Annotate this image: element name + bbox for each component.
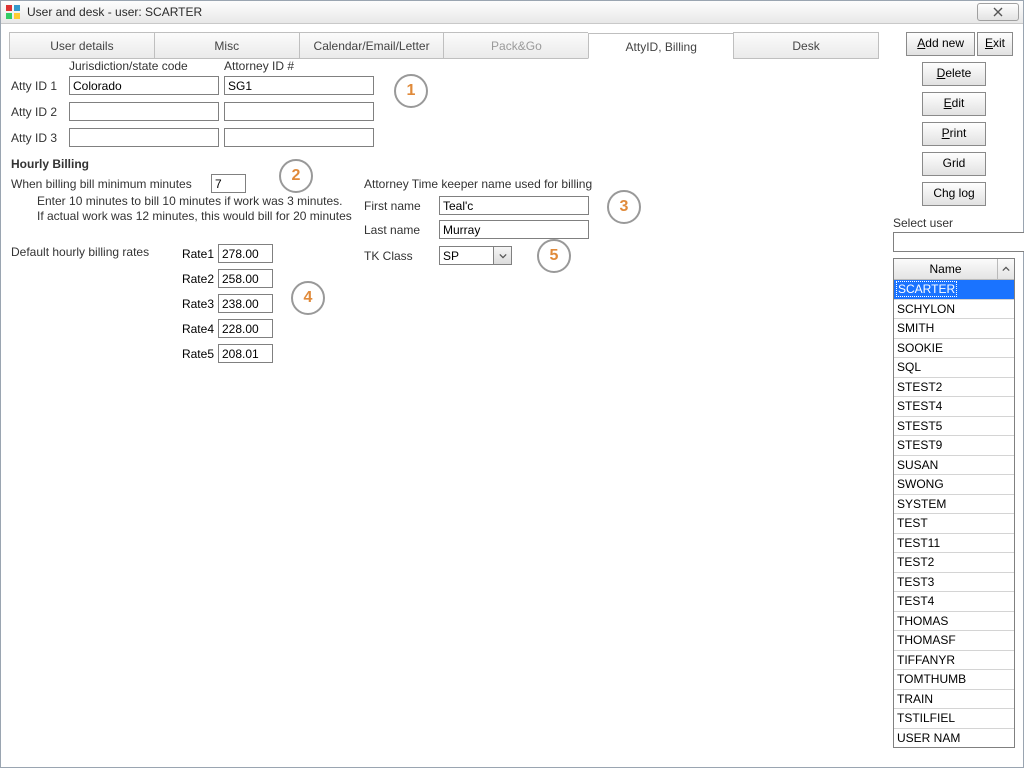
exit-button[interactable]: Exit (977, 32, 1013, 56)
hourly-billing-title: Hourly Billing (11, 157, 89, 171)
user-list-body[interactable]: SCARTERSCHYLONSMITHSOOKIESQLSTEST2STEST4… (894, 280, 1014, 747)
atty-id-1-number[interactable] (224, 76, 374, 95)
tk-first-name-input[interactable] (439, 196, 589, 215)
user-list-row[interactable]: TEST (894, 514, 1014, 534)
user-list-row[interactable]: TEST11 (894, 534, 1014, 554)
callout-badge-4: 4 (291, 281, 325, 315)
atty-id-2-number[interactable] (224, 102, 374, 121)
attorney-id-header: Attorney ID # (224, 59, 294, 73)
tabstrip: User details Misc Calendar/Email/Letter … (9, 32, 879, 59)
rate4-label: Rate4 (172, 322, 214, 336)
user-list-row[interactable]: TEST2 (894, 553, 1014, 573)
chg-log-button[interactable]: Chg log (922, 182, 986, 206)
window-frame: User and desk - user: SCARTER User detai… (0, 0, 1024, 768)
tab-user-details[interactable]: User details (9, 32, 154, 58)
close-icon[interactable] (977, 3, 1019, 21)
titlebar: User and desk - user: SCARTER (1, 1, 1023, 24)
user-list-row[interactable]: TIFFANYR (894, 651, 1014, 671)
right-sidebar: Delete Edit Print Grid Chg log Select us… (893, 32, 1015, 759)
chevron-down-icon[interactable] (494, 246, 512, 265)
tk-last-name-input[interactable] (439, 220, 589, 239)
print-button[interactable]: Print (922, 122, 986, 146)
rates-label: Default hourly billing rates (11, 245, 149, 259)
user-list-row[interactable]: SCARTER (894, 280, 1014, 300)
delete-button[interactable]: Delete (922, 62, 986, 86)
rates-grid: Rate1 Rate2 Rate3 Rate4 Rate5 (172, 241, 273, 366)
min-minutes-label: When billing bill minimum minutes (11, 177, 192, 191)
tk-last-name-label: Last name (364, 223, 420, 237)
min-minutes-input[interactable] (211, 174, 246, 193)
user-list-row[interactable]: SWONG (894, 475, 1014, 495)
rate1-input[interactable] (218, 244, 273, 263)
rate4-input[interactable] (218, 319, 273, 338)
tab-attyid-billing[interactable]: AttyID, Billing (588, 33, 733, 59)
user-list-row[interactable]: SUSAN (894, 456, 1014, 476)
tk-first-name-label: First name (364, 199, 421, 213)
user-list-row[interactable]: TSTILFIEL (894, 709, 1014, 729)
edit-button[interactable]: Edit (922, 92, 986, 116)
tab-pack-and-go[interactable]: Pack&Go (443, 32, 588, 58)
atty-id-3-label: Atty ID 3 (11, 131, 57, 145)
user-list-row[interactable]: USER NAM (894, 729, 1014, 748)
tab-panel-attyid-billing: Jurisdiction/state code Attorney ID # At… (9, 59, 891, 751)
user-list-row[interactable]: STEST5 (894, 417, 1014, 437)
select-user-label: Select user (893, 216, 1015, 230)
rate1-label: Rate1 (172, 247, 214, 261)
atty-id-1-jurisdiction[interactable] (69, 76, 219, 95)
user-list-row[interactable]: SMITH (894, 319, 1014, 339)
select-user-search[interactable] (893, 232, 1024, 252)
user-list: Name SCARTERSCHYLONSMITHSOOKIESQLSTEST2S… (893, 258, 1015, 748)
user-list-row[interactable]: STEST4 (894, 397, 1014, 417)
rate2-input[interactable] (218, 269, 273, 288)
rate5-input[interactable] (218, 344, 273, 363)
window-title: User and desk - user: SCARTER (27, 5, 977, 19)
tab-desk[interactable]: Desk (733, 32, 879, 58)
callout-badge-2: 2 (279, 159, 313, 193)
callout-badge-5: 5 (537, 239, 571, 273)
tk-class-dropdown[interactable] (439, 246, 512, 265)
atty-id-1-label: Atty ID 1 (11, 79, 57, 93)
user-list-row[interactable]: THOMAS (894, 612, 1014, 632)
user-list-row[interactable]: SOOKIE (894, 339, 1014, 359)
rate3-input[interactable] (218, 294, 273, 313)
atty-id-2-jurisdiction[interactable] (69, 102, 219, 121)
user-list-row[interactable]: TEST4 (894, 592, 1014, 612)
tk-class-label: TK Class (364, 249, 413, 263)
min-minutes-hint-2: If actual work was 12 minutes, this woul… (37, 209, 352, 223)
user-list-row[interactable]: SCHYLON (894, 300, 1014, 320)
user-list-row[interactable]: TEST3 (894, 573, 1014, 593)
tab-misc[interactable]: Misc (154, 32, 299, 58)
scroll-up-icon[interactable] (998, 259, 1014, 279)
user-list-header-name[interactable]: Name (894, 259, 998, 279)
rate3-label: Rate3 (172, 297, 214, 311)
jurisdiction-header: Jurisdiction/state code (69, 59, 188, 73)
user-list-row[interactable]: THOMASF (894, 631, 1014, 651)
app-icon (5, 4, 21, 20)
user-list-row[interactable]: STEST9 (894, 436, 1014, 456)
user-list-row[interactable]: TOMTHUMB (894, 670, 1014, 690)
tk-class-value[interactable] (439, 246, 494, 265)
min-minutes-hint-1: Enter 10 minutes to bill 10 minutes if w… (37, 194, 342, 208)
atty-id-3-number[interactable] (224, 128, 374, 147)
tab-calendar-email-letter[interactable]: Calendar/Email/Letter (299, 32, 444, 58)
timekeeper-header: Attorney Time keeper name used for billi… (364, 177, 592, 191)
rate5-label: Rate5 (172, 347, 214, 361)
atty-id-3-jurisdiction[interactable] (69, 128, 219, 147)
rate2-label: Rate2 (172, 272, 214, 286)
user-list-row[interactable]: SQL (894, 358, 1014, 378)
grid-button[interactable]: Grid (922, 152, 986, 176)
add-new-button[interactable]: Add new (906, 32, 975, 56)
user-list-row[interactable]: TRAIN (894, 690, 1014, 710)
user-list-row[interactable]: STEST2 (894, 378, 1014, 398)
user-list-row[interactable]: SYSTEM (894, 495, 1014, 515)
atty-id-2-label: Atty ID 2 (11, 105, 57, 119)
callout-badge-3: 3 (607, 190, 641, 224)
callout-badge-1: 1 (394, 74, 428, 108)
